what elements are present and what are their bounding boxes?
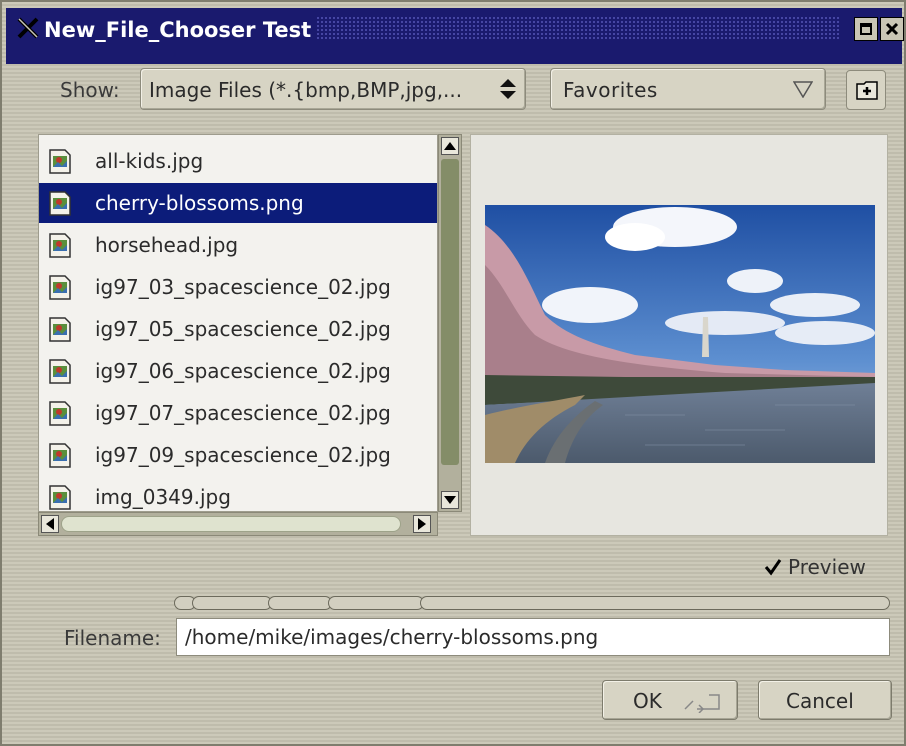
scroll-down-button[interactable] <box>441 491 459 509</box>
cancel-button[interactable]: Cancel <box>758 680 892 720</box>
scroll-up-button[interactable] <box>441 137 459 155</box>
scroll-right-button[interactable] <box>413 515 431 533</box>
file-list[interactable]: all-kids.jpg cherry-blossoms.png horsehead… <box>38 134 438 512</box>
image-file-icon <box>49 359 71 384</box>
close-icon <box>885 22 899 36</box>
close-button[interactable] <box>880 17 904 41</box>
show-label: Show: <box>60 78 120 102</box>
file-list-horizontal-scrollbar[interactable] <box>38 512 438 536</box>
vertical-scroll-thumb[interactable] <box>441 159 459 465</box>
x-app-icon[interactable] <box>16 16 40 40</box>
file-name: img_0349.jpg <box>95 485 231 509</box>
scroll-left-button[interactable] <box>41 515 59 533</box>
new-folder-icon <box>856 81 878 100</box>
filename-input[interactable] <box>185 625 875 649</box>
chevron-down-icon <box>793 81 813 98</box>
file-name: ig97_03_spacescience_02.jpg <box>95 275 391 299</box>
file-list-item[interactable]: cherry-blossoms.png <box>39 183 437 223</box>
file-name: horsehead.jpg <box>95 233 239 257</box>
title-bar[interactable]: New_File_Chooser Test <box>6 8 904 64</box>
file-type-filter-value: Image Files (*.{bmp,BMP,jpg,... <box>149 78 463 102</box>
arrow-right-icon <box>418 518 426 530</box>
image-file-icon <box>49 233 71 258</box>
preview-checkbox-label[interactable]: Preview <box>788 555 866 579</box>
up-down-arrows-icon <box>500 79 516 99</box>
progress-segment <box>328 596 424 610</box>
progress-segment <box>192 596 272 610</box>
favorites-select[interactable]: Favorites <box>550 68 826 110</box>
arrow-down-icon <box>444 496 456 504</box>
file-list-item[interactable]: all-kids.jpg <box>39 141 437 181</box>
file-name: ig97_07_spacescience_02.jpg <box>95 401 391 425</box>
file-list-item[interactable]: ig97_09_spacescience_02.jpg <box>39 435 437 475</box>
ok-button[interactable]: OK <box>602 680 738 720</box>
preview-image <box>485 205 875 463</box>
file-list-vertical-scrollbar[interactable] <box>438 134 462 512</box>
window-title: New_File_Chooser Test <box>44 18 312 42</box>
preview-panel <box>470 134 888 536</box>
file-list-item[interactable]: ig97_03_spacescience_02.jpg <box>39 267 437 307</box>
file-name: ig97_05_spacescience_02.jpg <box>95 317 391 341</box>
filename-label: Filename: <box>64 626 161 650</box>
favorites-value: Favorites <box>563 78 658 102</box>
file-list-item[interactable]: horsehead.jpg <box>39 225 437 265</box>
file-list-item[interactable]: ig97_07_spacescience_02.jpg <box>39 393 437 433</box>
file-chooser-window: New_File_Chooser Test Show: Image Files … <box>0 0 906 746</box>
progress-segment <box>420 596 890 610</box>
file-name: all-kids.jpg <box>95 149 204 173</box>
new-folder-button[interactable] <box>846 70 886 110</box>
title-bar-pattern <box>316 16 841 40</box>
arrow-up-icon <box>444 142 456 150</box>
ok-button-label: OK <box>633 689 662 713</box>
enter-key-icon <box>684 694 720 713</box>
preview-checkbox[interactable] <box>764 558 782 576</box>
file-name: ig97_09_spacescience_02.jpg <box>95 443 391 467</box>
file-name: cherry-blossoms.png <box>95 191 304 215</box>
file-list-item[interactable]: img_0349.jpg <box>39 477 437 511</box>
file-list-item[interactable]: ig97_05_spacescience_02.jpg <box>39 309 437 349</box>
image-file-icon <box>49 191 71 216</box>
filename-field[interactable] <box>176 618 890 656</box>
image-file-icon <box>49 485 71 510</box>
maximize-icon <box>860 23 872 35</box>
cancel-button-label: Cancel <box>786 689 854 713</box>
image-file-icon <box>49 275 71 300</box>
file-list-item[interactable]: ig97_06_spacescience_02.jpg <box>39 351 437 391</box>
image-file-icon <box>49 443 71 468</box>
image-file-icon <box>49 401 71 426</box>
image-file-icon <box>49 317 71 342</box>
progress-segment <box>268 596 332 610</box>
arrow-left-icon <box>46 518 54 530</box>
horizontal-scroll-thumb[interactable] <box>61 516 401 532</box>
maximize-button[interactable] <box>854 17 878 41</box>
file-type-filter-select[interactable]: Image Files (*.{bmp,BMP,jpg,... <box>140 68 526 110</box>
image-file-icon <box>49 149 71 174</box>
file-name: ig97_06_spacescience_02.jpg <box>95 359 391 383</box>
